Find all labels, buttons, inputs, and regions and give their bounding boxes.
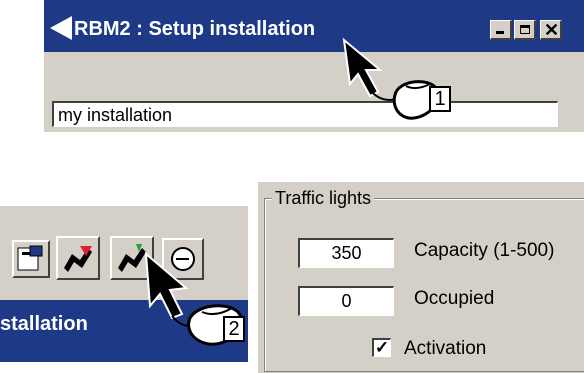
occupied-input[interactable]: 0 — [298, 286, 394, 316]
window-title: RBM2 : Setup installation — [74, 18, 316, 40]
properties-button[interactable] — [12, 240, 50, 278]
step-badge-1: 1 — [429, 86, 451, 112]
minimize-icon — [496, 31, 504, 34]
back-arrow-icon[interactable] — [50, 16, 72, 40]
occupied-label: Occupied — [414, 288, 495, 309]
red-arrow-tool-button[interactable] — [56, 236, 100, 280]
activation-label: Activation — [404, 338, 487, 359]
red-arrow-tool-icon — [64, 246, 92, 272]
properties-icon — [17, 245, 43, 271]
activation-checkbox[interactable]: ✓ — [372, 338, 391, 357]
close-icon: ✕ — [544, 20, 560, 40]
maximize-icon — [520, 25, 530, 34]
installation-name-input[interactable]: my installation — [52, 101, 558, 127]
close-button[interactable]: ✕ — [540, 20, 562, 40]
cursor-arrow-icon — [342, 37, 383, 98]
traffic-lights-panel: Traffic lights 350 Capacity (1-500) 0 Oc… — [258, 182, 584, 373]
capacity-input[interactable]: 350 — [298, 238, 394, 268]
title-fragment: stallation — [0, 313, 88, 335]
capacity-label: Capacity (1-500) — [414, 240, 555, 261]
cursor-arrow-icon — [144, 251, 189, 320]
mouse-callout-1 — [342, 37, 440, 120]
mouse-callout-2 — [144, 251, 243, 346]
maximize-button[interactable] — [514, 20, 536, 40]
minimize-button[interactable] — [490, 20, 512, 40]
step-badge-2: 2 — [223, 316, 245, 342]
group-label: Traffic lights — [272, 188, 375, 208]
